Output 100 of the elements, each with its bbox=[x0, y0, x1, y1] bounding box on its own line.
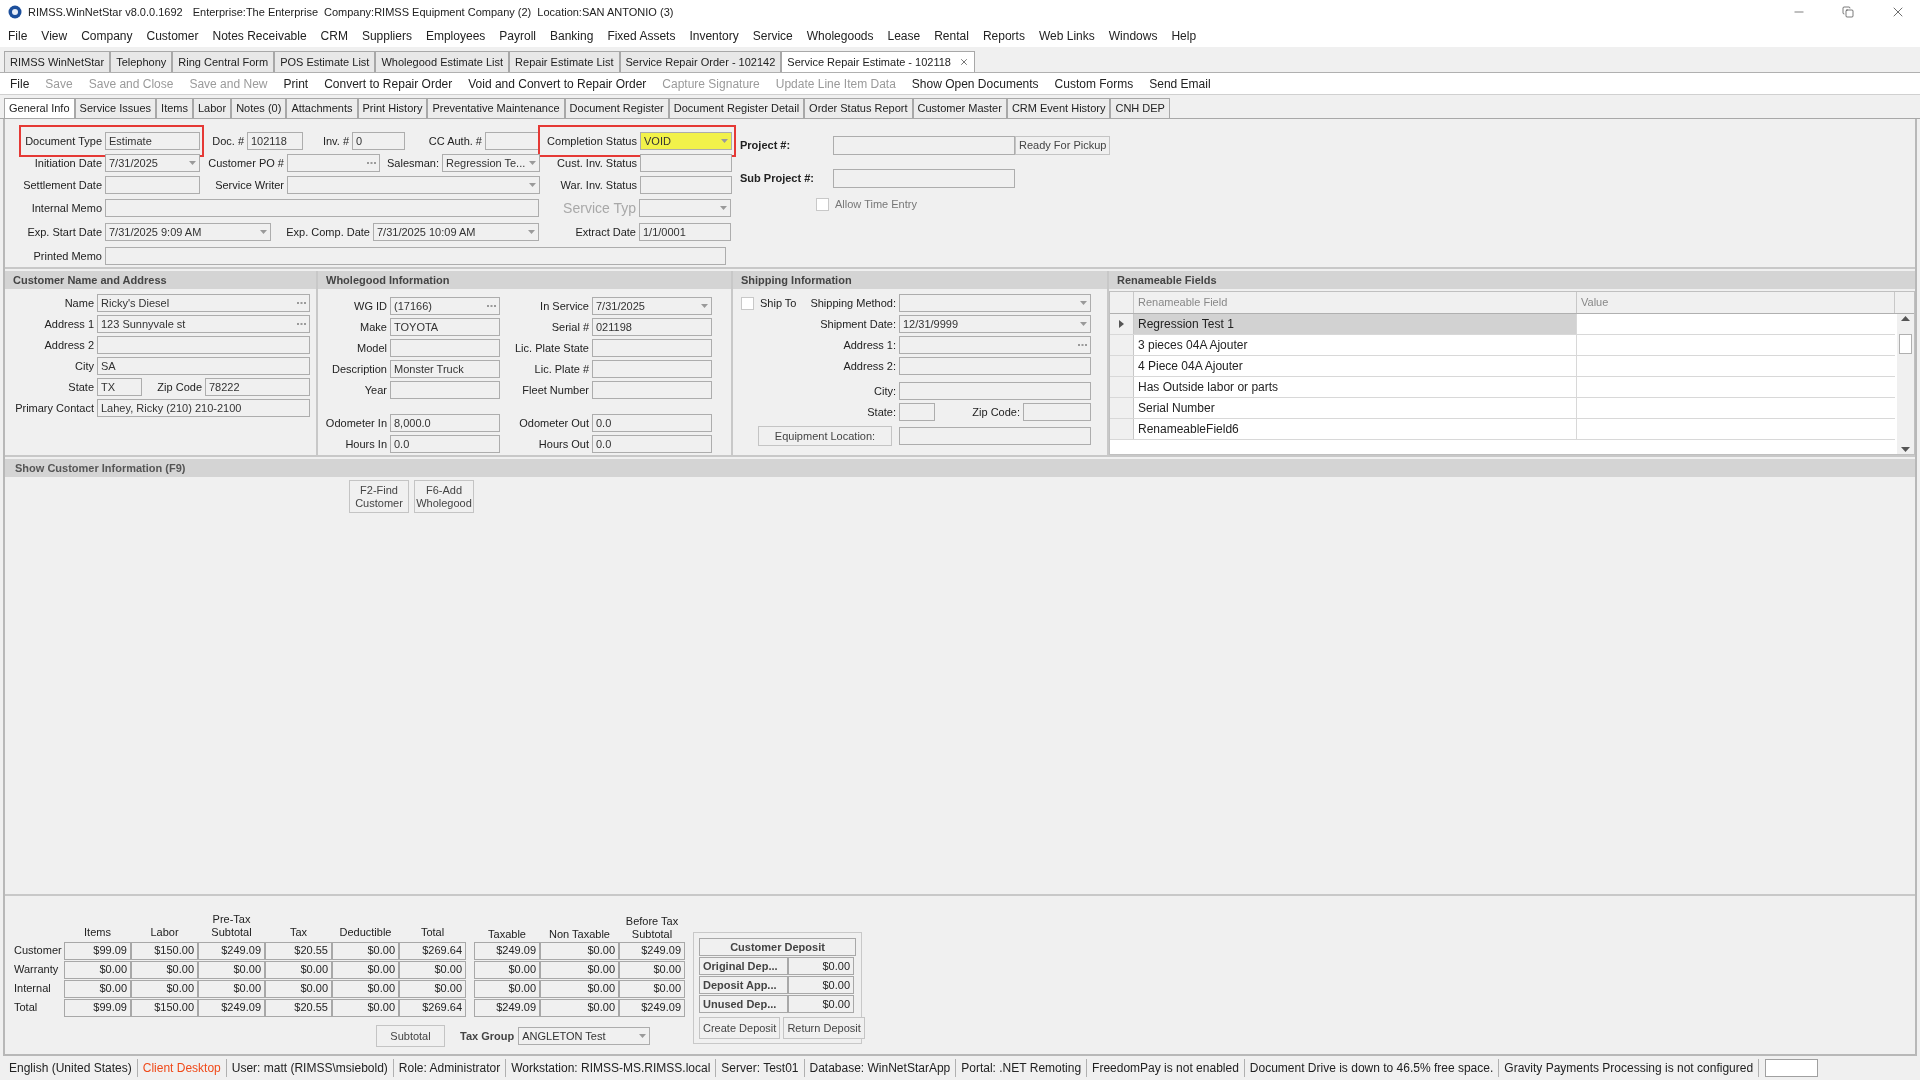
menu-item[interactable]: Notes Receivable bbox=[212, 26, 307, 45]
menu-item[interactable]: Web Links bbox=[1038, 26, 1095, 45]
dropdown-field[interactable]: 7/31/2025 9:09 AM bbox=[105, 223, 271, 241]
menu-item[interactable]: Banking bbox=[550, 26, 594, 45]
lookup-field[interactable]: Ricky's Diesel bbox=[97, 294, 310, 312]
form-tab[interactable]: Notes (0) bbox=[231, 98, 287, 118]
form-tab[interactable]: Document Register Detail bbox=[668, 98, 805, 118]
menu-item[interactable]: Customer bbox=[146, 26, 199, 45]
menu-item[interactable]: Suppliers bbox=[361, 26, 412, 45]
close-icon[interactable] bbox=[959, 57, 969, 67]
dropdown-field[interactable]: 12/31/9999 bbox=[899, 315, 1091, 333]
input-field[interactable]: SA bbox=[97, 357, 310, 375]
table-cell[interactable]: Regression Test 1 bbox=[1134, 314, 1577, 334]
input-field[interactable]: 1/1/0001 bbox=[639, 223, 731, 241]
button[interactable]: Create Deposit bbox=[699, 1017, 781, 1039]
input-field[interactable] bbox=[592, 381, 712, 399]
input-field[interactable] bbox=[640, 176, 732, 194]
input-field[interactable] bbox=[833, 135, 1015, 155]
dropdown-field[interactable]: 7/31/2025 bbox=[592, 297, 712, 315]
input-field[interactable] bbox=[97, 336, 310, 354]
input-field[interactable]: TOYOTA bbox=[390, 318, 500, 336]
lookup-field[interactable]: (17166) bbox=[390, 297, 500, 315]
input-field[interactable] bbox=[899, 382, 1091, 400]
form-tab[interactable]: Document Register bbox=[564, 98, 669, 118]
form-tab[interactable]: CRM Event History bbox=[1006, 98, 1111, 118]
dropdown-field[interactable]: 7/31/2025 bbox=[105, 154, 200, 172]
dropdown-field[interactable]: Regression Te... bbox=[442, 154, 540, 172]
menu-item[interactable]: View bbox=[41, 26, 68, 45]
document-tab[interactable]: Service Repair Estimate - 102118 bbox=[781, 51, 975, 72]
row-header-cell[interactable] bbox=[1110, 419, 1134, 439]
form-tab[interactable]: Items bbox=[156, 98, 193, 118]
input-field[interactable] bbox=[390, 381, 500, 399]
input-field[interactable] bbox=[485, 132, 540, 150]
toolbar-button[interactable]: Show Open Documents bbox=[911, 74, 1039, 93]
input-field[interactable] bbox=[1765, 1059, 1819, 1077]
dropdown-field[interactable]: VOID bbox=[640, 132, 732, 150]
form-tab[interactable]: Attachments bbox=[286, 98, 358, 118]
menu-item[interactable]: Windows bbox=[1108, 26, 1158, 45]
scrollbar[interactable] bbox=[1897, 314, 1914, 454]
menu-item[interactable]: Company bbox=[81, 26, 133, 45]
button[interactable]: Return Deposit bbox=[783, 1017, 865, 1039]
input-field[interactable]: 0.0 bbox=[592, 435, 712, 453]
menu-item[interactable]: Fixed Assets bbox=[607, 26, 676, 45]
document-tab[interactable]: Telephony bbox=[110, 51, 173, 72]
input-field[interactable]: 0 bbox=[352, 132, 405, 150]
toolbar-button[interactable]: Send Email bbox=[1149, 74, 1211, 93]
scrollbar-thumb[interactable] bbox=[1899, 334, 1912, 354]
toolbar-button[interactable]: File bbox=[10, 74, 30, 93]
menu-item[interactable]: CRM bbox=[320, 26, 348, 45]
row-header-cell[interactable] bbox=[1110, 398, 1134, 418]
menu-item[interactable]: Payroll bbox=[499, 26, 536, 45]
input-field[interactable] bbox=[833, 168, 1015, 188]
lookup-field[interactable] bbox=[899, 336, 1091, 354]
input-field[interactable] bbox=[899, 427, 1091, 445]
form-tab[interactable]: General Info bbox=[4, 98, 75, 118]
document-tab[interactable]: Wholegood Estimate List bbox=[375, 51, 510, 72]
button[interactable]: F2-Find Customer bbox=[349, 480, 409, 513]
button[interactable]: Ready For Pickup bbox=[1015, 135, 1111, 155]
row-header-cell[interactable] bbox=[1110, 377, 1134, 397]
equipment-location-button[interactable]: Equipment Location: bbox=[758, 426, 892, 446]
form-tab[interactable]: Service Issues bbox=[74, 98, 157, 118]
form-tab[interactable]: Customer Master bbox=[912, 98, 1007, 118]
menu-item[interactable]: Wholegoods bbox=[806, 26, 874, 45]
document-tab[interactable]: Ring Central Form bbox=[172, 51, 275, 72]
dropdown-field[interactable] bbox=[899, 294, 1091, 312]
input-field[interactable]: 8,000.0 bbox=[390, 414, 500, 432]
row-header-cell[interactable] bbox=[1110, 314, 1134, 334]
dropdown-field[interactable]: ANGLETON Test bbox=[518, 1027, 651, 1045]
input-field[interactable] bbox=[105, 247, 726, 265]
form-tab[interactable]: Labor bbox=[193, 98, 232, 118]
row-header-cell[interactable] bbox=[1110, 335, 1134, 355]
menu-item[interactable]: Reports bbox=[982, 26, 1025, 45]
input-field[interactable]: Estimate bbox=[105, 132, 200, 150]
input-field[interactable] bbox=[899, 357, 1091, 375]
scroll-down-icon[interactable] bbox=[1901, 447, 1910, 452]
input-field[interactable]: 102118 bbox=[247, 132, 303, 150]
toolbar-button[interactable]: Print bbox=[283, 74, 309, 93]
menu-item[interactable]: Help bbox=[1171, 26, 1197, 45]
checkbox[interactable] bbox=[741, 296, 754, 310]
form-tab[interactable]: CNH DEP bbox=[1110, 98, 1170, 118]
scroll-up-icon[interactable] bbox=[1901, 316, 1910, 321]
input-field[interactable] bbox=[899, 403, 935, 421]
input-field[interactable] bbox=[592, 339, 712, 357]
toolbar-button[interactable]: Convert to Repair Order bbox=[324, 74, 453, 93]
input-field[interactable]: Lahey, Ricky (210) 210-2100 bbox=[97, 399, 310, 417]
menu-item[interactable]: File bbox=[8, 26, 28, 45]
checkbox[interactable] bbox=[816, 197, 829, 211]
form-tab[interactable]: Preventative Maintenance bbox=[427, 98, 565, 118]
input-field[interactable] bbox=[640, 154, 732, 172]
input-field[interactable] bbox=[105, 199, 539, 217]
document-tab[interactable]: Repair Estimate List bbox=[509, 51, 620, 72]
document-tab[interactable]: Service Repair Order - 102142 bbox=[619, 51, 782, 72]
menu-item[interactable]: Employees bbox=[425, 26, 486, 45]
input-field[interactable]: TX bbox=[97, 378, 142, 396]
input-field[interactable] bbox=[390, 339, 500, 357]
button[interactable]: F6-Add Wholegood bbox=[414, 480, 474, 513]
input-field[interactable]: 0.0 bbox=[592, 414, 712, 432]
menu-item[interactable]: Lease bbox=[887, 26, 921, 45]
toolbar-button[interactable]: Custom Forms bbox=[1054, 74, 1134, 93]
form-tab[interactable]: Order Status Report bbox=[804, 98, 913, 118]
